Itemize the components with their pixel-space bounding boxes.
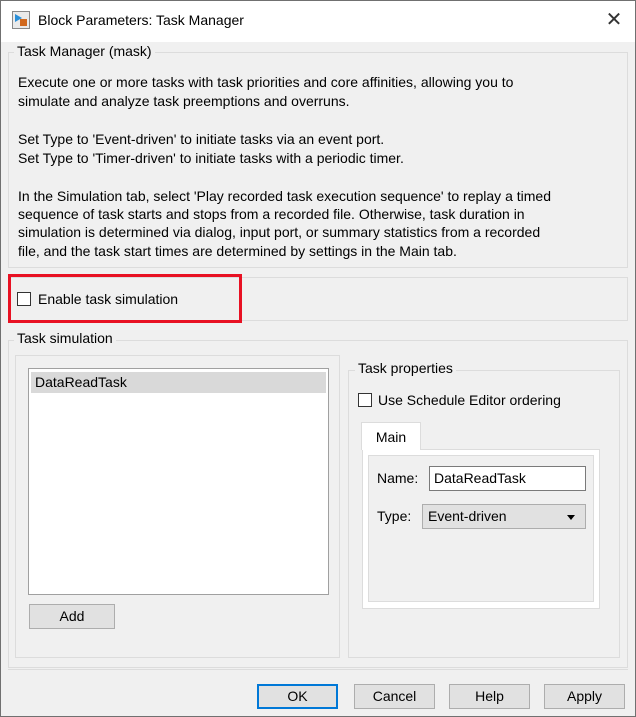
help-button[interactable]: Help bbox=[449, 684, 530, 709]
name-input[interactable]: DataReadTask bbox=[429, 466, 586, 491]
highlight-box bbox=[8, 274, 242, 323]
cancel-button[interactable]: Cancel bbox=[354, 684, 435, 709]
chevron-down-icon bbox=[567, 515, 575, 520]
description-line: Execute one or more tasks with task prio… bbox=[18, 74, 514, 90]
apply-button[interactable]: Apply bbox=[544, 684, 625, 709]
window-title: Block Parameters: Task Manager bbox=[38, 12, 244, 28]
description-line: In the Simulation tab, select 'Play reco… bbox=[18, 188, 551, 204]
description-line: Set Type to 'Event-driven' to initiate t… bbox=[18, 131, 385, 147]
description-line: sequence of task starts and stops from a… bbox=[18, 206, 525, 222]
description-line: Set Type to 'Timer-driven' to initiate t… bbox=[18, 150, 404, 166]
use-schedule-editor-label[interactable]: Use Schedule Editor ordering bbox=[378, 392, 561, 408]
task-properties-legend: Task properties bbox=[355, 360, 456, 376]
task-simulation-legend: Task simulation bbox=[14, 330, 116, 346]
close-icon[interactable]: ✕ bbox=[600, 8, 628, 32]
simulink-block-icon bbox=[12, 11, 30, 29]
add-button[interactable]: Add bbox=[29, 604, 115, 629]
tab-main[interactable]: Main bbox=[361, 422, 421, 450]
use-schedule-editor-checkbox[interactable] bbox=[358, 393, 372, 407]
description-line: simulation is determined via dialog, inp… bbox=[18, 224, 541, 240]
type-select-value: Event-driven bbox=[428, 508, 507, 524]
divider bbox=[8, 669, 628, 670]
type-select[interactable]: Event-driven bbox=[422, 504, 586, 529]
type-label: Type: bbox=[377, 508, 412, 524]
description-line: file, and the task start times are deter… bbox=[18, 243, 457, 259]
name-label: Name: bbox=[377, 470, 419, 486]
mask-legend: Task Manager (mask) bbox=[14, 43, 155, 59]
description-line: simulate and analyze task preemptions an… bbox=[18, 93, 350, 109]
task-list[interactable]: DataReadTask bbox=[28, 368, 329, 595]
ok-button[interactable]: OK bbox=[257, 684, 338, 709]
task-list-item[interactable]: DataReadTask bbox=[31, 372, 326, 393]
